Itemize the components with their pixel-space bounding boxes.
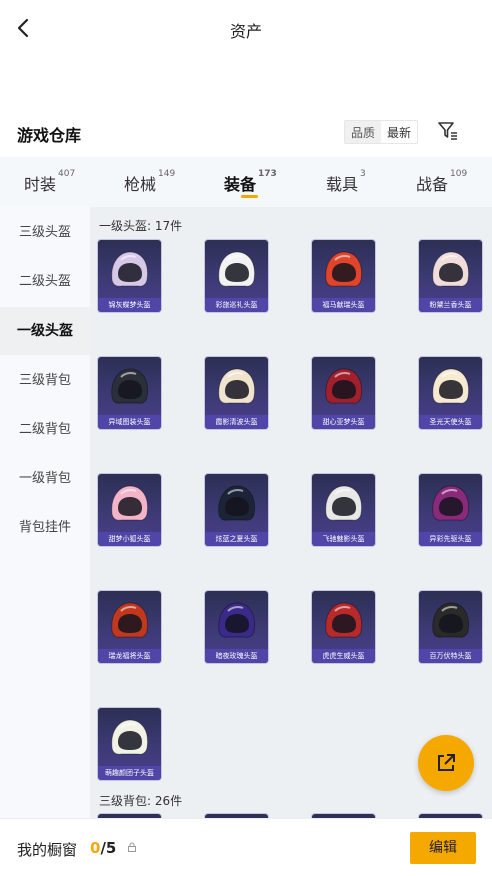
helmet-card-name: 异域图装头盔 <box>98 415 161 429</box>
top-bar: 资产 <box>0 0 492 58</box>
helmet-icon <box>432 602 470 638</box>
helmet-icon <box>218 368 256 404</box>
display-bar: 我的橱窗 0/5 编辑 <box>0 818 492 876</box>
tab-fashion[interactable]: 时装407 <box>24 169 75 195</box>
group-label-level1-helmet: 一级头盔: 17件 <box>99 219 183 233</box>
lock-icon <box>128 842 136 852</box>
sort-toggle: 品质 最新 <box>344 120 419 144</box>
sidebar-item-level3-helmet[interactable]: 三级头盔 <box>0 209 90 257</box>
helmet-card-name: 霞影清波头盔 <box>205 415 268 429</box>
helmet-card-name: 甜心亚梦头盔 <box>312 415 375 429</box>
helmet-card-name: 虎虎生威头盔 <box>312 649 375 663</box>
helmet-card[interactable]: 福马献瑞头盔 <box>312 240 375 312</box>
active-tab-indicator <box>241 195 258 198</box>
helmet-card-name: 圣光天使头盔 <box>419 415 482 429</box>
helmet-icon <box>111 602 149 638</box>
helmet-card-name: 炫蓝之夏头盔 <box>205 532 268 546</box>
sidebar-item-level1-helmet[interactable]: 一级头盔 <box>0 307 90 355</box>
helmet-card-name: 粉黛兰香头盔 <box>419 298 482 312</box>
helmet-icon <box>218 251 256 287</box>
sidebar-item-level1-backpack[interactable]: 一级背包 <box>0 455 90 503</box>
filter-icon <box>438 122 457 140</box>
page-title: 资产 <box>229 22 262 41</box>
helmet-card[interactable]: 霞影清波头盔 <box>205 357 268 429</box>
edit-button[interactable]: 编辑 <box>410 832 476 864</box>
helmet-card[interactable]: 彩旅巡礼头盔 <box>205 240 268 312</box>
helmet-icon <box>432 368 470 404</box>
group-label-level3-backpack: 三级背包: 26件 <box>99 794 183 808</box>
helmet-card[interactable]: 圣光天使头盔 <box>419 357 482 429</box>
helmet-card[interactable]: 锦灰蝶梦头盔 <box>98 240 161 312</box>
display-count: 0/5 <box>90 839 117 857</box>
helmet-card[interactable]: 异域图装头盔 <box>98 357 161 429</box>
helmet-icon <box>325 602 363 638</box>
helmet-card[interactable]: 瑞龙福将头盔 <box>98 591 161 663</box>
helmet-icon <box>325 368 363 404</box>
helmet-icon <box>432 485 470 521</box>
helmet-card[interactable]: 萌趣颜团子头盔 <box>98 708 161 780</box>
helmet-card-name: 暗夜玫瑰头盔 <box>205 649 268 663</box>
helmet-card[interactable]: 飞驰魅影头盔 <box>312 474 375 546</box>
sidebar-item-level2-helmet[interactable]: 二级头盔 <box>0 258 90 306</box>
helmet-card-name: 锦灰蝶梦头盔 <box>98 298 161 312</box>
helmet-card-name: 飞驰魅影头盔 <box>312 532 375 546</box>
sort-quality-button[interactable]: 品质 <box>345 121 382 143</box>
helmet-icon <box>111 485 149 521</box>
helmet-card[interactable]: 虎虎生威头盔 <box>312 591 375 663</box>
helmet-icon <box>111 368 149 404</box>
helmet-card[interactable]: 甜梦小狐头盔 <box>98 474 161 546</box>
helmet-card[interactable]: 粉黛兰香头盔 <box>419 240 482 312</box>
sidebar-item-level2-backpack[interactable]: 二级背包 <box>0 406 90 454</box>
helmet-card[interactable]: 甜心亚梦头盔 <box>312 357 375 429</box>
helmet-card[interactable]: 炫蓝之夏头盔 <box>205 474 268 546</box>
warehouse-title: 游戏仓库 <box>17 126 82 145</box>
helmet-card[interactable]: 百万伏特头盔 <box>419 591 482 663</box>
external-link-icon <box>438 754 455 771</box>
helmet-card[interactable]: 暗夜玫瑰头盔 <box>205 591 268 663</box>
helmet-icon <box>218 602 256 638</box>
helmet-card-name: 甜梦小狐头盔 <box>98 532 161 546</box>
helmet-card-name: 瑞龙福将头盔 <box>98 649 161 663</box>
share-fab[interactable] <box>418 735 474 791</box>
helmet-icon <box>325 251 363 287</box>
sort-newest-button[interactable]: 最新 <box>381 121 418 143</box>
warehouse-header: 游戏仓库 <box>0 112 492 152</box>
helmet-card-name: 萌趣颜团子头盔 <box>98 766 161 780</box>
category-tabs: 时装407 枪械149 装备173 载具3 战备109 <box>0 157 492 207</box>
sidebar-item-backpack-charm[interactable]: 背包挂件 <box>0 504 90 552</box>
item-grid: 一级头盔: 17件 三级背包: 26件 锦灰蝶梦头盔 彩旅巡礼头盔 福马献瑞头盔 粉黛… <box>90 207 492 818</box>
helmet-icon <box>111 251 149 287</box>
helmet-icon <box>111 719 149 755</box>
filter-button[interactable] <box>436 119 460 143</box>
helmet-card-name: 福马献瑞头盔 <box>312 298 375 312</box>
tab-firearms[interactable]: 枪械149 <box>124 169 175 195</box>
helmet-card[interactable]: 异彩先驱头盔 <box>419 474 482 546</box>
equipment-sidebar: 三级头盔 二级头盔 一级头盔 三级背包 二级背包 一级背包 背包挂件 <box>0 207 90 818</box>
helmet-card-name: 彩旅巡礼头盔 <box>205 298 268 312</box>
helmet-card-name: 百万伏特头盔 <box>419 649 482 663</box>
tab-vehicles[interactable]: 载具3 <box>326 169 366 195</box>
helmet-icon <box>432 251 470 287</box>
sidebar-item-level3-backpack[interactable]: 三级背包 <box>0 357 90 405</box>
helmet-icon <box>325 485 363 521</box>
helmet-card-name: 异彩先驱头盔 <box>419 532 482 546</box>
tab-equipment[interactable]: 装备173 <box>224 169 277 198</box>
helmet-icon <box>218 485 256 521</box>
display-label: 我的橱窗 <box>17 841 78 859</box>
tab-supplies[interactable]: 战备109 <box>416 169 467 195</box>
